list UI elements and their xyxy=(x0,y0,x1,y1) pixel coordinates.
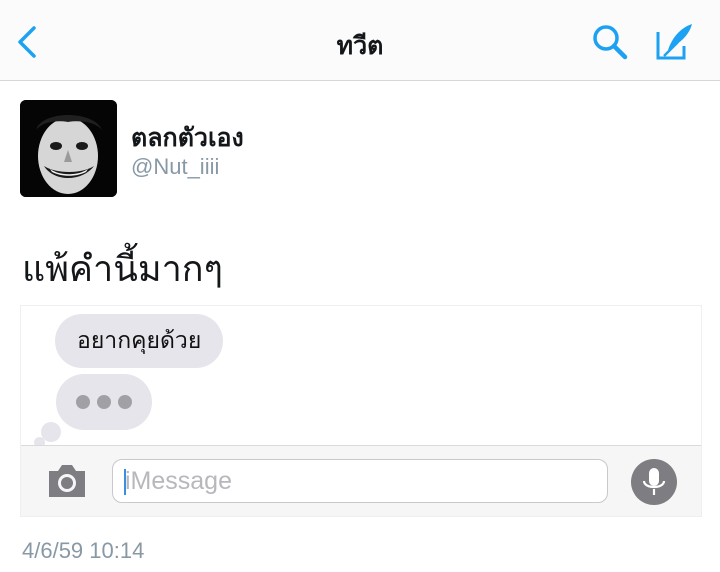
imessage-input[interactable] xyxy=(125,460,595,502)
camera-button[interactable] xyxy=(45,463,89,499)
microphone-button[interactable] xyxy=(631,459,677,505)
search-button[interactable] xyxy=(590,22,630,62)
message-input-bar xyxy=(21,445,701,516)
message-bubble: อยากคุยด้วย xyxy=(55,314,224,368)
imessage-field[interactable] xyxy=(112,459,608,503)
avatar-image xyxy=(20,100,117,197)
tweet-text: แพ้คำนี้มากๆ xyxy=(22,249,223,290)
typing-dots-icon xyxy=(56,374,152,430)
search-icon xyxy=(593,25,628,60)
author-display-name[interactable]: ตลกตัวเอง xyxy=(131,118,244,158)
compose-tweet-icon xyxy=(656,24,692,60)
navigation-bar: ทวีต xyxy=(0,0,720,81)
typing-dot xyxy=(76,395,90,409)
typing-dot xyxy=(118,395,132,409)
embedded-screenshot[interactable]: อยากคุยด้วย xyxy=(20,305,702,517)
tweet-timestamp: 4/6/59 10:14 xyxy=(22,538,145,563)
compose-tweet-button[interactable] xyxy=(652,20,696,64)
avatar[interactable] xyxy=(20,100,117,197)
microphone-icon xyxy=(642,468,666,495)
author-handle[interactable]: @Nut_iiii xyxy=(131,154,219,180)
typing-dot xyxy=(97,395,111,409)
camera-icon xyxy=(49,465,85,497)
